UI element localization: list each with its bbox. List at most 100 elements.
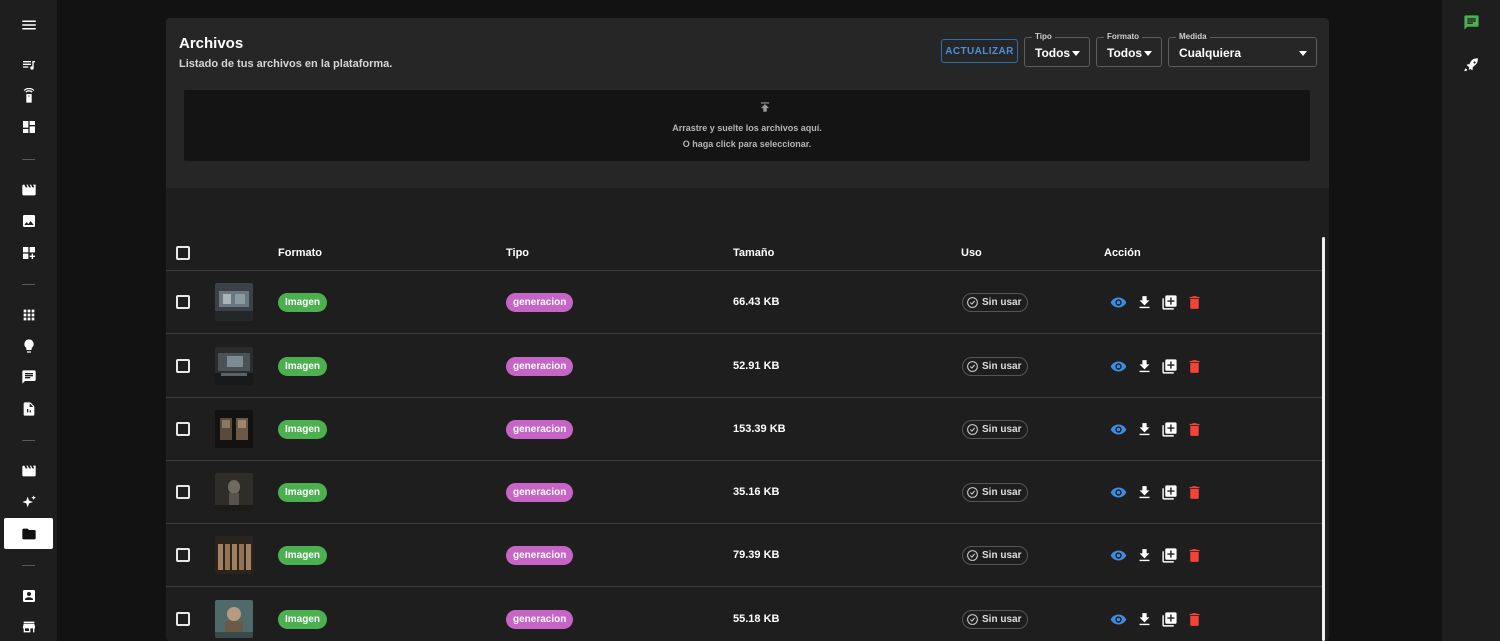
view-button[interactable] bbox=[1109, 420, 1127, 438]
sidebar-item-files[interactable] bbox=[4, 518, 53, 549]
medida-select-label: Medida bbox=[1176, 32, 1210, 42]
column-header-formato[interactable]: Formato bbox=[278, 247, 322, 259]
tipo-select-label: Tipo bbox=[1032, 32, 1055, 42]
image-thumbnail[interactable] bbox=[215, 347, 253, 385]
add-to-collection-button[interactable] bbox=[1160, 610, 1178, 628]
sidebar-item-ideas[interactable] bbox=[4, 330, 53, 361]
eye-icon bbox=[1110, 361, 1126, 371]
view-button[interactable] bbox=[1109, 293, 1127, 311]
delete-button[interactable] bbox=[1185, 483, 1203, 501]
view-button[interactable] bbox=[1109, 357, 1127, 375]
download-button[interactable] bbox=[1135, 293, 1153, 311]
add-box-icon bbox=[1161, 611, 1177, 627]
sidebar-item-dashboard[interactable] bbox=[4, 111, 53, 142]
launch-button[interactable] bbox=[1442, 50, 1500, 80]
delete-button[interactable] bbox=[1185, 610, 1203, 628]
delete-icon bbox=[1189, 295, 1199, 309]
delete-button[interactable] bbox=[1185, 357, 1203, 375]
row-checkbox[interactable] bbox=[176, 295, 190, 309]
right-sidebar bbox=[1442, 0, 1500, 641]
file-size: 66.43 KB bbox=[733, 296, 780, 308]
sidebar-item-documents[interactable] bbox=[4, 393, 53, 424]
formato-select[interactable]: Formato Todos bbox=[1096, 32, 1162, 67]
sidebar-divider bbox=[22, 565, 35, 566]
column-header-tamano[interactable]: Tamaño bbox=[733, 247, 774, 259]
download-button[interactable] bbox=[1135, 357, 1153, 375]
add-to-collection-button[interactable] bbox=[1160, 546, 1178, 564]
format-chip: Imagen bbox=[278, 610, 328, 629]
add-to-collection-button[interactable] bbox=[1160, 483, 1178, 501]
refresh-button[interactable]: ACTUALIZAR bbox=[941, 39, 1018, 63]
add-box-icon bbox=[1161, 294, 1177, 310]
sidebar-item-videos[interactable] bbox=[4, 455, 53, 486]
row-checkbox[interactable] bbox=[176, 485, 190, 499]
sidebar-item-playlist[interactable] bbox=[4, 49, 53, 80]
check-circle-icon bbox=[967, 424, 978, 435]
sidebar-item-images[interactable] bbox=[4, 205, 53, 236]
usage-chip-label: Sin usar bbox=[982, 361, 1022, 372]
type-chip: generacion bbox=[506, 420, 574, 439]
delete-button[interactable] bbox=[1185, 546, 1203, 564]
column-header-uso[interactable]: Uso bbox=[961, 247, 982, 259]
row-checkbox[interactable] bbox=[176, 548, 190, 562]
chat-icon bbox=[21, 369, 36, 384]
add-to-collection-button[interactable] bbox=[1160, 293, 1178, 311]
table-scrollbar[interactable] bbox=[1322, 237, 1325, 641]
image-thumbnail[interactable] bbox=[215, 283, 253, 321]
table-row: Imagen generacion 55.18 KB Sin usar bbox=[166, 588, 1322, 641]
sidebar-item-widgets[interactable] bbox=[4, 237, 53, 268]
sidebar-item-ai[interactable] bbox=[4, 486, 53, 517]
left-sidebar bbox=[0, 0, 57, 641]
contact-icon bbox=[22, 589, 35, 602]
chevron-down-icon bbox=[1072, 51, 1080, 56]
delete-button[interactable] bbox=[1185, 420, 1203, 438]
add-box-icon bbox=[1161, 421, 1177, 437]
download-icon bbox=[1139, 612, 1149, 625]
format-chip: Imagen bbox=[278, 357, 328, 376]
sidebar-item-remote[interactable] bbox=[4, 80, 53, 111]
image-thumbnail[interactable] bbox=[215, 473, 253, 511]
download-button[interactable] bbox=[1135, 610, 1153, 628]
column-header-tipo[interactable]: Tipo bbox=[506, 247, 529, 259]
row-checkbox[interactable] bbox=[176, 422, 190, 436]
medida-select[interactable]: Medida Cualquiera bbox=[1168, 32, 1317, 67]
format-chip: Imagen bbox=[278, 293, 328, 312]
view-button[interactable] bbox=[1109, 483, 1127, 501]
add-to-collection-button[interactable] bbox=[1160, 357, 1178, 375]
chat-button[interactable] bbox=[1442, 7, 1500, 37]
add-box-icon bbox=[1161, 547, 1177, 563]
delete-button[interactable] bbox=[1185, 293, 1203, 311]
image-thumbnail[interactable] bbox=[215, 600, 253, 638]
file-size: 55.18 KB bbox=[733, 613, 780, 625]
sidebar-divider bbox=[22, 284, 35, 285]
download-button[interactable] bbox=[1135, 546, 1153, 564]
file-size: 35.16 KB bbox=[733, 486, 780, 498]
format-chip: Imagen bbox=[278, 546, 328, 565]
sidebar-item-chat[interactable] bbox=[4, 361, 53, 392]
image-thumbnail[interactable] bbox=[215, 410, 253, 448]
download-button[interactable] bbox=[1135, 420, 1153, 438]
eye-icon bbox=[1110, 297, 1126, 307]
image-thumbnail[interactable] bbox=[215, 536, 253, 574]
file-dropzone[interactable]: Arrastre y suelte los archivos aquí. O h… bbox=[184, 90, 1310, 161]
sidebar-item-movies[interactable] bbox=[4, 174, 53, 205]
select-all-checkbox[interactable] bbox=[176, 246, 190, 260]
delete-icon bbox=[1189, 359, 1199, 373]
sidebar-item-store[interactable] bbox=[4, 611, 53, 641]
usage-chip: Sin usar bbox=[962, 483, 1029, 502]
view-button[interactable] bbox=[1109, 546, 1127, 564]
table-row: Imagen generacion 35.16 KB Sin usar bbox=[166, 461, 1322, 524]
row-checkbox[interactable] bbox=[176, 612, 190, 626]
check-circle-icon bbox=[967, 361, 978, 372]
download-button[interactable] bbox=[1135, 483, 1153, 501]
menu-button[interactable] bbox=[4, 9, 53, 40]
usage-chip: Sin usar bbox=[962, 610, 1029, 629]
chevron-down-icon bbox=[1299, 51, 1307, 56]
tipo-select[interactable]: Tipo Todos bbox=[1024, 32, 1090, 67]
sidebar-item-apps[interactable] bbox=[4, 299, 53, 330]
type-chip: generacion bbox=[506, 610, 574, 629]
sidebar-item-contacts[interactable] bbox=[4, 580, 53, 611]
view-button[interactable] bbox=[1109, 610, 1127, 628]
add-to-collection-button[interactable] bbox=[1160, 420, 1178, 438]
row-checkbox[interactable] bbox=[176, 359, 190, 373]
